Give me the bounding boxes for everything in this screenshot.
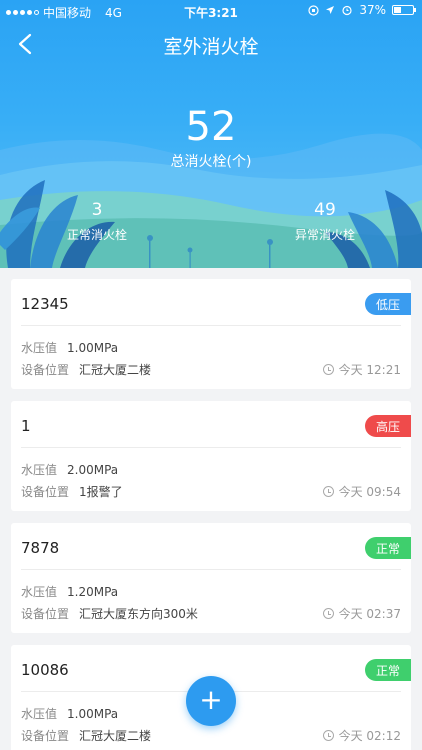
- update-time: 今天 02:12: [322, 727, 401, 744]
- battery-percent: 37%: [359, 3, 386, 17]
- clock-icon: [322, 364, 334, 375]
- hydrant-card[interactable]: 7878 正常 水压值 1.20MPa 设备位置 汇冠大厦东方向300米 今天 02…: [11, 523, 411, 633]
- card-divider: [21, 447, 401, 448]
- status-bar: 中国移动 4G 下午3:21 37%: [0, 0, 422, 22]
- time-value: 今天 02:37: [338, 607, 401, 621]
- pressure-row: 水压值 2.00MPa: [21, 461, 118, 478]
- status-badge: 低压: [365, 293, 411, 315]
- location-row: 设备位置 汇冠大厦东方向300米: [21, 605, 198, 622]
- header-hero: 中国移动 4G 下午3:21 37% 室外消火栓 52 总消火栓(个) 3 正常…: [0, 0, 422, 268]
- time-value: 今天 02:12: [338, 729, 401, 743]
- pressure-label: 水压值: [21, 585, 58, 599]
- battery-fill: [394, 7, 401, 13]
- pressure-value: 1.00MPa: [67, 707, 119, 721]
- status-badge: 正常: [365, 659, 411, 681]
- pressure-row: 水压值 1.00MPa: [21, 705, 118, 722]
- location-row: 设备位置 汇冠大厦二楼: [21, 727, 151, 744]
- time-value: 今天 12:21: [338, 363, 401, 377]
- update-time: 今天 12:21: [322, 361, 401, 378]
- update-time: 今天 02:37: [322, 605, 401, 622]
- card-title: 1: [21, 417, 31, 435]
- abnormal-stat: 49 异常消火栓: [255, 200, 395, 243]
- page-title: 室外消火栓: [163, 36, 259, 58]
- location-label: 设备位置: [21, 485, 70, 499]
- update-time: 今天 09:54: [322, 483, 401, 500]
- status-badge: 正常: [365, 537, 411, 559]
- pressure-value: 1.20MPa: [67, 585, 119, 599]
- location-arrow-icon: [326, 6, 335, 14]
- pressure-value: 2.00MPa: [67, 463, 119, 477]
- card-title: 10086: [21, 661, 69, 679]
- total-count: 52: [185, 104, 237, 150]
- normal-label: 正常消火栓: [66, 228, 127, 242]
- card-divider: [21, 569, 401, 570]
- normal-count: 3: [91, 200, 103, 220]
- time-value: 今天 09:54: [338, 485, 401, 499]
- location-value: 汇冠大厦二楼: [79, 363, 152, 377]
- hydrant-card[interactable]: 12345 低压 水压值 1.00MPa 设备位置 汇冠大厦二楼 今天 12:21: [11, 279, 411, 389]
- abnormal-count: 49: [314, 200, 336, 220]
- nav-bar: 室外消火栓: [0, 22, 422, 66]
- plus-icon: +: [199, 682, 223, 716]
- location-label: 设备位置: [21, 729, 70, 743]
- location-row: 设备位置 汇冠大厦二楼: [21, 361, 151, 378]
- clock-icon: [322, 608, 334, 619]
- card-title: 7878: [21, 539, 60, 557]
- clock-icon: [322, 486, 334, 497]
- pressure-label: 水压值: [21, 463, 58, 477]
- location-row: 设备位置 1报警了: [21, 483, 123, 500]
- location-label: 设备位置: [21, 607, 70, 621]
- location-value: 汇冠大厦二楼: [79, 729, 152, 743]
- pressure-label: 水压值: [21, 341, 58, 355]
- battery-icon: [392, 5, 416, 15]
- clock-icon: [322, 730, 334, 741]
- orientation-lock-icon: [308, 4, 319, 16]
- status-badge: 高压: [365, 415, 411, 437]
- pressure-row: 水压值 1.20MPa: [21, 583, 118, 600]
- pressure-label: 水压值: [21, 707, 58, 721]
- card-divider: [21, 325, 401, 326]
- normal-stat: 3 正常消火栓: [27, 200, 167, 243]
- location-value: 汇冠大厦东方向300米: [79, 607, 198, 621]
- location-label: 设备位置: [21, 363, 70, 377]
- abnormal-label: 异常消火栓: [294, 228, 355, 242]
- total-label: 总消火栓(个): [170, 154, 252, 170]
- add-button[interactable]: +: [186, 676, 236, 726]
- pressure-value: 1.00MPa: [67, 341, 119, 355]
- alarm-icon: [342, 5, 352, 16]
- card-title: 12345: [21, 295, 69, 313]
- hydrant-card[interactable]: 1 高压 水压值 2.00MPa 设备位置 1报警了 今天 09:54: [11, 401, 411, 511]
- location-value: 1报警了: [79, 485, 123, 499]
- status-right: 37%: [308, 3, 416, 17]
- pressure-row: 水压值 1.00MPa: [21, 339, 118, 356]
